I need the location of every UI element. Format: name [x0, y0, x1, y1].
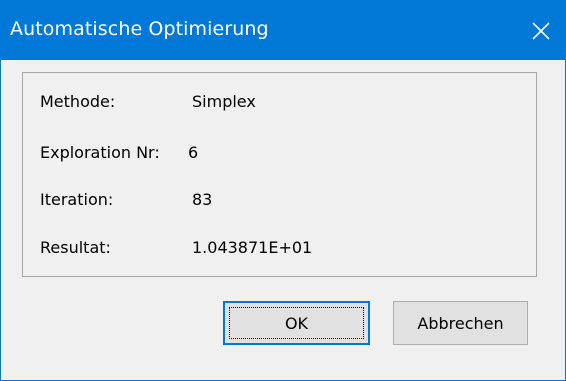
focus-ring	[229, 307, 364, 339]
resultat-label: Resultat:	[40, 238, 111, 257]
resultat-value: 1.043871E+01	[192, 238, 313, 257]
ok-button[interactable]: OK	[223, 301, 370, 345]
dialog-window: Automatische Optimierung Methode: Simple…	[0, 0, 566, 381]
close-button[interactable]	[517, 1, 565, 60]
cancel-button-label: Abbrechen	[417, 313, 504, 333]
exploration-value: 6	[188, 143, 199, 162]
info-groupbox: Methode: Simplex Exploration Nr: 6 Itera…	[22, 72, 537, 277]
methode-value: Simplex	[192, 92, 256, 111]
iteration-value: 83	[192, 190, 213, 209]
iteration-label: Iteration:	[40, 190, 114, 209]
close-icon	[532, 21, 550, 40]
exploration-label: Exploration Nr:	[40, 143, 160, 162]
cancel-button[interactable]: Abbrechen	[393, 301, 528, 345]
methode-label: Methode:	[40, 92, 116, 111]
title-bar[interactable]: Automatische Optimierung	[1, 1, 565, 60]
window-title: Automatische Optimierung	[10, 18, 269, 40]
